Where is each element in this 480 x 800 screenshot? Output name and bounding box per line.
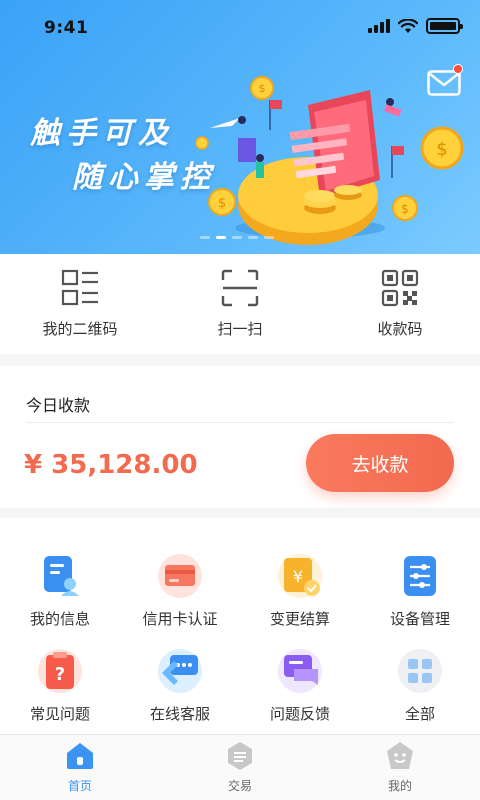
- qrcode-card-icon: [61, 269, 98, 306]
- tab-home[interactable]: 首页: [0, 735, 160, 800]
- bottom-tab-bar: 首页 交易 我的: [0, 734, 480, 800]
- tab-label: 首页: [67, 779, 92, 793]
- grid-item-label: 我的信息: [29, 610, 90, 628]
- quick-action-label: 收款码: [377, 320, 423, 338]
- quick-action-scan[interactable]: 扫一扫: [160, 254, 320, 354]
- online-service-icon: [158, 649, 202, 693]
- profile-card-icon: [44, 556, 79, 596]
- device-settings-icon: [404, 556, 436, 596]
- svg-text:¥: ¥: [293, 567, 303, 586]
- tab-label: 我的: [387, 779, 412, 793]
- banner-slogan-line1: 触手可及: [30, 116, 174, 151]
- grid-item-feedback[interactable]: 问题反馈: [240, 647, 360, 734]
- function-grid: 我的信息 信用卡认证 ¥ 变更结算 设备管理 ? 常见问题 在线客服 问题反馈 …: [0, 518, 480, 734]
- today-title: 今日收款: [26, 396, 91, 415]
- carousel-dot: [200, 236, 210, 239]
- grid-item-label: 全部: [404, 705, 435, 723]
- signal-icon: [368, 19, 390, 33]
- quick-action-label: 扫一扫: [217, 320, 263, 338]
- divider: [26, 422, 454, 423]
- grid-item-online-service[interactable]: 在线客服: [120, 647, 240, 734]
- status-bar: 9:41: [0, 0, 480, 56]
- svg-text:?: ?: [55, 664, 65, 685]
- grid-item-label: 信用卡认证: [142, 610, 218, 628]
- quick-action-my-qrcode[interactable]: 我的二维码: [0, 254, 160, 354]
- carousel-dot: [264, 236, 274, 239]
- carousel-dot: [232, 236, 242, 239]
- grid-item-all[interactable]: 全部: [360, 647, 480, 734]
- tab-mine[interactable]: 我的: [320, 735, 480, 800]
- svg-text:$: $: [401, 202, 409, 216]
- scan-icon: [221, 269, 259, 307]
- collect-payment-button[interactable]: 去收款: [306, 434, 454, 492]
- grid-item-change-settlement[interactable]: ¥ 变更结算: [240, 552, 360, 639]
- grid-item-my-info[interactable]: 我的信息: [0, 552, 120, 639]
- status-time: 9:41: [44, 18, 89, 38]
- grid-item-credit-card-auth[interactable]: 信用卡认证: [120, 552, 240, 639]
- today-amount: ¥ 35,128.00: [24, 450, 198, 480]
- transaction-icon: [228, 742, 252, 770]
- quick-actions: 我的二维码 扫一扫 收款码: [0, 254, 480, 354]
- home-icon: [67, 743, 93, 769]
- grid-item-device-management[interactable]: 设备管理: [360, 552, 480, 639]
- quick-action-payment-code[interactable]: 收款码: [320, 254, 480, 354]
- faq-icon: ?: [38, 649, 82, 693]
- grid-item-label: 问题反馈: [269, 705, 330, 723]
- svg-text:$: $: [218, 196, 226, 211]
- carousel-dot-active: [216, 236, 226, 239]
- quick-action-label: 我的二维码: [42, 320, 118, 338]
- feedback-icon: [278, 649, 322, 693]
- settlement-icon: ¥: [278, 554, 322, 598]
- grid-item-label: 设备管理: [389, 610, 450, 628]
- promo-banner[interactable]: 9:41 触手可及 随心掌控 $ $ $ $: [0, 0, 480, 254]
- grid-item-label: 变更结算: [269, 610, 330, 628]
- svg-text:$: $: [436, 139, 447, 160]
- tab-label: 交易: [227, 779, 252, 793]
- credit-card-icon: [158, 554, 202, 598]
- svg-text:$: $: [259, 82, 266, 95]
- grid-item-label: 常见问题: [29, 705, 90, 723]
- carousel-indicator: [200, 236, 274, 239]
- today-collection-card: 今日收款 ¥ 35,128.00 去收款: [0, 366, 480, 508]
- wifi-icon: [398, 18, 418, 33]
- battery-icon: [426, 18, 463, 34]
- all-apps-icon: [398, 649, 442, 693]
- profile-icon: [387, 742, 413, 769]
- banner-illustration: $ $ $ $: [195, 76, 464, 245]
- carousel-dot: [248, 236, 258, 239]
- grid-item-faq[interactable]: ? 常见问题: [0, 647, 120, 734]
- tab-transactions[interactable]: 交易: [160, 735, 320, 800]
- status-icons: [368, 18, 463, 34]
- payment-qrcode-icon: [381, 269, 419, 307]
- grid-item-label: 在线客服: [149, 705, 210, 723]
